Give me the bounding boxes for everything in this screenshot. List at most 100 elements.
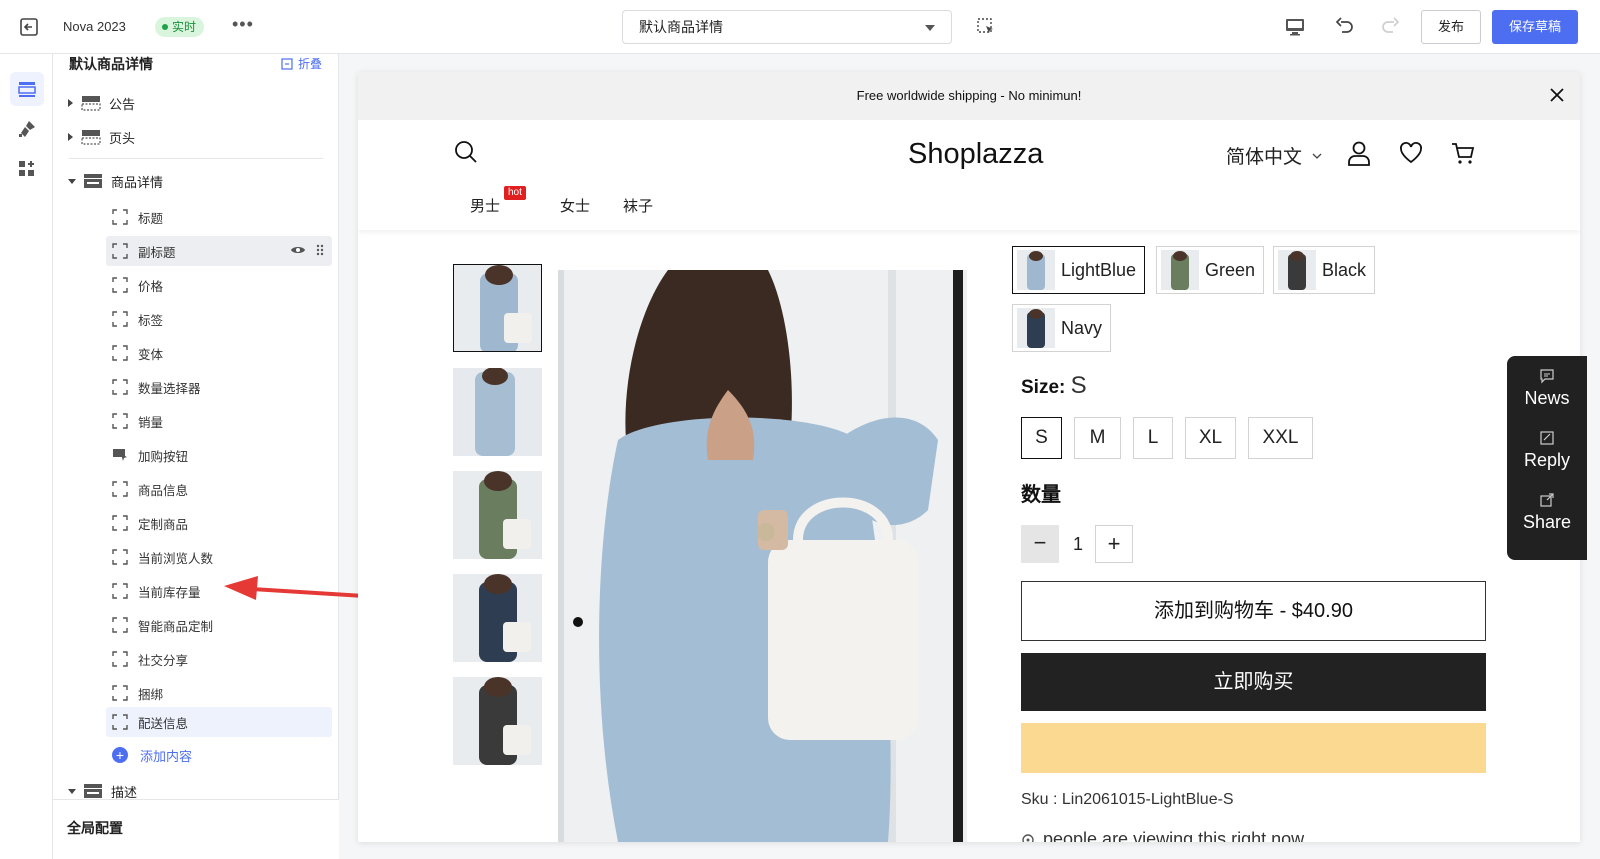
color-option-green[interactable]: Green (1156, 246, 1265, 294)
size-option-s[interactable]: S (1021, 417, 1062, 459)
rail-theme-style-button[interactable] (10, 112, 44, 146)
exit-icon[interactable] (18, 16, 40, 38)
wishlist-heart-icon[interactable] (1398, 140, 1424, 166)
block-item-product-info[interactable]: 商品信息 (106, 474, 332, 504)
more-options-button[interactable]: ••• (232, 14, 254, 35)
add-to-cart-button[interactable]: 添加到购物车 - $40.90 (1021, 581, 1486, 641)
block-item-title[interactable]: 标题 (106, 202, 332, 232)
chevron-down-icon (925, 25, 935, 31)
eye-icon[interactable] (290, 244, 306, 256)
product-thumbnail[interactable] (453, 264, 542, 352)
layout-sections-icon (18, 82, 36, 97)
save-draft-button[interactable]: 保存草稿 (1492, 10, 1578, 44)
block-tools (290, 244, 324, 256)
color-option-black[interactable]: Black (1273, 246, 1376, 294)
block-item-current-viewers[interactable]: 当前浏览人数 (106, 542, 332, 572)
size-option-xxl[interactable]: XXL (1248, 417, 1313, 459)
block-item-add-to-cart[interactable]: 加购按钮 (106, 440, 332, 470)
block-bracket-icon (112, 209, 128, 225)
element-select-icon[interactable] (976, 17, 996, 37)
color-option-label: Black (1322, 259, 1367, 280)
color-option-label: Navy (1061, 317, 1103, 338)
close-icon[interactable] (1548, 86, 1566, 104)
product-thumbnail[interactable] (453, 677, 542, 765)
account-icon[interactable] (1346, 140, 1372, 166)
block-item-social-share[interactable]: 社交分享 (106, 644, 332, 674)
section-header[interactable]: 页头 (53, 122, 339, 152)
global-config-bar[interactable]: 全局配置 (53, 799, 339, 859)
section-layout-icon (81, 130, 101, 145)
section-announcement[interactable]: 公告 (53, 88, 339, 118)
block-item-custom-product[interactable]: 定制商品 (106, 508, 332, 538)
color-option-lightblue[interactable]: LightBlue (1012, 246, 1146, 294)
redo-icon[interactable] (1378, 15, 1402, 39)
message-icon (1540, 369, 1554, 384)
undo-icon[interactable] (1333, 15, 1357, 39)
product-thumbnail[interactable] (453, 574, 542, 662)
rail-apps-button[interactable] (10, 152, 44, 186)
desktop-view-icon[interactable] (1283, 15, 1307, 39)
product-thumbnail[interactable] (453, 368, 542, 456)
size-option-l[interactable]: L (1133, 417, 1173, 459)
rail-sections-button[interactable] (10, 72, 44, 106)
block-item-shipping-info[interactable]: 配送信息 (106, 707, 332, 737)
hot-badge: hot (504, 186, 526, 200)
live-status-badge: 实时 (155, 17, 205, 37)
product-section-icon (84, 784, 102, 798)
block-item-quantity-selector[interactable]: 数量选择器 (106, 372, 332, 402)
size-option-m[interactable]: M (1074, 417, 1121, 459)
apps-grid-icon (19, 161, 34, 176)
cart-icon[interactable] (1450, 140, 1476, 166)
template-select-value: 默认商品详情 (639, 19, 723, 35)
block-label: 配送信息 (138, 716, 189, 731)
color-option-navy[interactable]: Navy (1012, 304, 1112, 352)
widget-reply-button[interactable]: Reply (1507, 430, 1587, 471)
quantity-increase-button[interactable]: + (1095, 525, 1133, 563)
template-select[interactable]: 默认商品详情 (622, 10, 952, 44)
sidebar-title: 默认商品详情 (69, 56, 153, 72)
publish-button[interactable]: 发布 (1421, 10, 1481, 44)
add-content-button[interactable]: + 添加内容 (112, 740, 192, 770)
block-item-tags[interactable]: 标签 (106, 304, 332, 334)
block-item-sales[interactable]: 销量 (106, 406, 332, 436)
nav-item-men[interactable]: 男士 (470, 195, 500, 216)
collapse-all-button[interactable]: 折叠 (281, 55, 322, 72)
search-icon[interactable] (454, 140, 478, 164)
buy-now-button[interactable]: 立即购买 (1021, 653, 1486, 711)
block-bracket-icon (112, 413, 128, 429)
global-config-label: 全局配置 (67, 820, 123, 836)
store-logo[interactable]: Shoplazza (908, 138, 1043, 171)
block-bracket-icon (112, 345, 128, 361)
section-product-detail[interactable]: 商品详情 (53, 166, 339, 196)
quantity-decrease-button[interactable]: − (1021, 525, 1059, 563)
nav-item-socks[interactable]: 袜子 (623, 195, 653, 216)
collapse-arrow-icon[interactable] (68, 788, 76, 794)
widget-share-button[interactable]: Share (1507, 492, 1587, 533)
express-pay-button[interactable] (1021, 723, 1486, 773)
product-thumbnail[interactable] (453, 471, 542, 559)
edit-icon (1540, 431, 1554, 445)
widget-news-button[interactable]: News (1507, 368, 1587, 409)
size-option-xl[interactable]: XL (1185, 417, 1236, 459)
plus-circle-icon: + (112, 747, 128, 763)
block-item-variants[interactable]: 变体 (106, 338, 332, 368)
block-label: 智能商品定制 (138, 619, 214, 634)
expand-arrow-icon[interactable] (68, 133, 73, 141)
block-label: 价格 (138, 279, 164, 294)
block-item-bundle[interactable]: 捆绑 (106, 678, 332, 708)
product-main-image[interactable] (558, 270, 967, 842)
expand-arrow-icon[interactable] (68, 99, 73, 107)
product-photo-black (453, 677, 542, 765)
quantity-input[interactable]: 1 (1061, 525, 1095, 563)
drag-handle-icon[interactable] (316, 244, 324, 256)
product-photo-main (558, 270, 967, 842)
language-selector[interactable]: 简体中文 (1226, 142, 1322, 169)
block-bracket-icon (112, 379, 128, 395)
block-bracket-icon (112, 481, 128, 497)
block-item-smart-customization[interactable]: 智能商品定制 (106, 610, 332, 640)
button-block-icon (113, 449, 127, 461)
nav-item-women[interactable]: 女士 (560, 195, 590, 216)
block-item-price[interactable]: 价格 (106, 270, 332, 300)
collapse-arrow-icon[interactable] (68, 178, 76, 184)
block-item-subtitle[interactable]: 副标题 (106, 236, 332, 266)
